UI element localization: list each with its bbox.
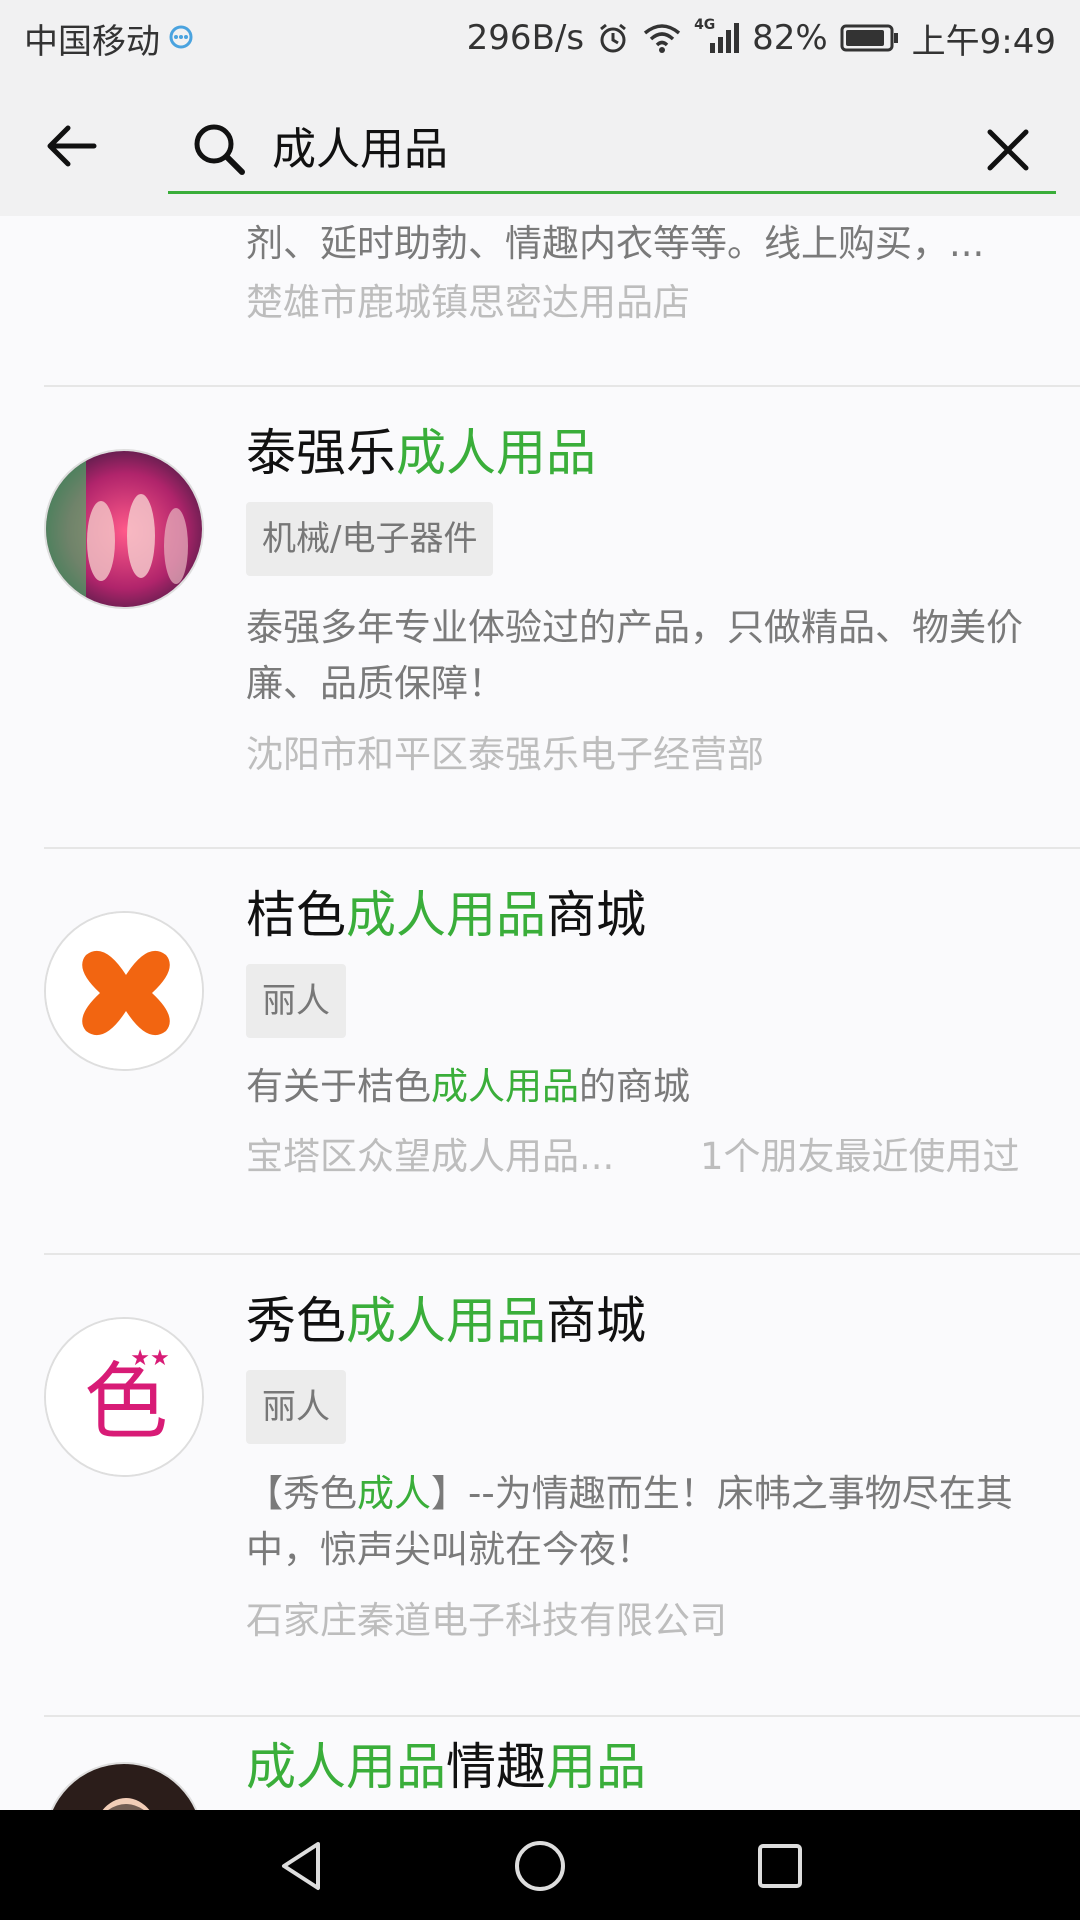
search-input[interactable]: 成人用品 [272,120,448,180]
navigation-bar [0,1810,1080,1920]
nav-recents-icon [758,1844,802,1888]
signal-icon: 4G [694,17,740,55]
back-arrow-icon [47,125,97,167]
avatar-logo [44,911,204,1071]
back-button[interactable] [42,116,102,176]
carrier-label: 中国移动 [24,21,160,62]
category-tag: 机械/电子器件 [246,502,494,576]
result-description: 有关于桔色成人用品的商城 [246,1065,690,1108]
nav-home-button[interactable] [508,1834,572,1898]
result-meta: 宝塔区众望成人用品... [246,1135,615,1178]
result-item[interactable]: 桔色成人用品商城 丽人 有关于桔色成人用品的商城 宝塔区众望成人用品... 1个… [0,849,1080,1249]
avatar-photo [44,449,204,609]
result-item[interactable]: 色 ★★ 秀色成人用品商城 丽人 【秀色成人】--为情趣而生！床帏之事物尽在其中… [0,1255,1080,1715]
result-item-partial[interactable]: 剂、延时助勃、情趣内衣等等。线上购买，... 楚雄市鹿城镇思密达用品店 [0,216,1080,386]
status-left: 中国移动 [24,14,196,63]
nav-home-icon [515,1841,565,1891]
friends-used: 1个朋友最近使用过 [700,1135,1020,1178]
status-right: 296B/s 4G 82% 上午9:49 [467,14,1056,63]
result-title: 成人用品情趣用品 [246,1738,646,1796]
network-speed: 296B/s [466,18,585,58]
search-field[interactable]: 成人用品 [168,110,1056,194]
nav-back-button[interactable] [270,1834,334,1898]
result-meta: 石家庄秦道电子科技有限公司 [246,1599,727,1642]
status-bar: 中国移动 296B/s 4G 82% 上午9:49 [0,0,1080,76]
result-meta: 沈阳市和平区泰强乐电子经营部 [246,733,764,776]
page: 中国移动 296B/s 4G 82% 上午9:49 成人用品 剂、延时助勃、情趣… [0,0,1080,1920]
avatar-logo: 色 ★★ [44,1317,204,1477]
clear-button[interactable] [982,124,1034,176]
battery-icon [840,24,898,52]
avatar-photo [44,1762,204,1810]
cloud-chat-icon [169,25,193,49]
result-description: 泰强多年专业体验过的产品，只做精品、物美价廉、品质保障！ [246,606,1023,705]
result-title: 桔色成人用品商城 [246,886,646,944]
category-tag: 丽人 [246,964,346,1038]
result-description: 【秀色成人】--为情趣而生！床帏之事物尽在其中，惊声尖叫就在今夜！ [246,1472,1013,1571]
clock-time: 上午9:49 [911,21,1056,62]
category-tag: 丽人 [246,1370,346,1444]
result-item[interactable]: 泰强乐成人用品 机械/电子器件 泰强多年专业体验过的产品，只做精品、物美价廉、品… [0,387,1080,847]
results-list: 剂、延时助勃、情趣内衣等等。线上购买，... 楚雄市鹿城镇思密达用品店 泰强乐成… [0,216,1080,1810]
close-icon [987,129,1029,171]
result-meta: 楚雄市鹿城镇思密达用品店 [246,281,690,324]
result-item[interactable]: 成人用品情趣用品 [0,1717,1080,1810]
nav-back-icon [282,1842,320,1890]
battery-percent: 82% [752,18,828,58]
result-title: 秀色成人用品商城 [246,1292,646,1350]
nav-recents-button[interactable] [748,1834,812,1898]
result-description: 剂、延时助勃、情趣内衣等等。线上购买，... [246,222,985,265]
search-icon [194,124,245,175]
result-title: 泰强乐成人用品 [246,424,596,482]
svg-text:★★: ★★ [130,1346,169,1371]
alarm-icon [600,23,626,53]
wifi-icon [643,24,681,53]
search-header: 成人用品 [0,76,1080,216]
